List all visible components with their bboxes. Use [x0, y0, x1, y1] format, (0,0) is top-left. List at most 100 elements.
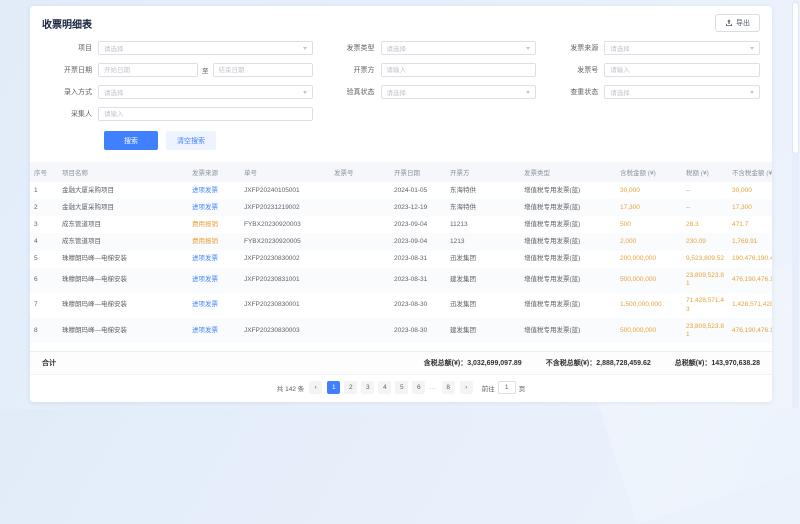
cell-amount: 30,000: [616, 182, 682, 199]
verify-status-select[interactable]: 请选择: [381, 85, 537, 99]
next-page-button[interactable]: ›: [460, 381, 473, 394]
goto-page-input[interactable]: [498, 381, 516, 394]
cell-invoice_no: [330, 216, 390, 233]
page-button-5[interactable]: 5: [395, 381, 408, 394]
goto-page: 前往 页: [482, 381, 526, 394]
cell-invoice_no: [330, 293, 390, 318]
scrollbar-thumb[interactable]: [793, 3, 798, 153]
page-more-icon[interactable]: ...: [429, 384, 437, 391]
cell-date: 2023-09-04: [390, 233, 446, 250]
cell-amount: 2,000: [616, 233, 682, 250]
cell-date: 2023-12-19: [390, 199, 446, 216]
page-title: 收票明细表: [42, 16, 92, 31]
table-row: 6珠穆朗玛峰—电梯安装进项发票JXFP202308310012023-08-31…: [30, 268, 772, 293]
page-button-2[interactable]: 2: [344, 381, 357, 394]
filter-issuer: 开票方: [325, 63, 537, 77]
cell-tax: 23,809,523.81: [682, 318, 728, 343]
chevron-down-icon: [303, 91, 307, 94]
cell-amount: 500: [616, 216, 682, 233]
cell-type: 增值税专用发票(蓝): [520, 216, 616, 233]
entry-method-select-placeholder: 请选择: [104, 87, 124, 97]
export-button[interactable]: 导出: [715, 14, 760, 32]
table-row: 3成东管道项目费用报销FYBX202309200032023-09-041121…: [30, 216, 772, 233]
chevron-down-icon: [526, 47, 530, 50]
cell-project: 珠穆朗玛峰—电梯安装: [58, 268, 188, 293]
cell-date: 2023-09-04: [390, 216, 446, 233]
cell-invoice_no: [330, 251, 390, 268]
cell-issuer: 建发集团: [446, 318, 520, 343]
page-button-8[interactable]: 8: [442, 381, 455, 394]
cell-no: 8: [30, 318, 58, 343]
cell-net: 471.7: [728, 216, 772, 233]
entry-method-select[interactable]: 请选择: [98, 85, 313, 99]
cell-no: 5: [30, 251, 58, 268]
cell-no: 3: [30, 216, 58, 233]
start-date-input[interactable]: [98, 63, 198, 77]
filter-verify-status: 验真状态 请选择: [325, 85, 537, 99]
dup-status-select[interactable]: 请选择: [604, 85, 760, 99]
cell-date: 2023-08-31: [390, 268, 446, 293]
cell-invoice_no: [330, 318, 390, 343]
cell-order_no: FYBX20230920003: [240, 216, 330, 233]
page-button-1[interactable]: 1: [327, 381, 340, 394]
page-button-3[interactable]: 3: [361, 381, 374, 394]
filter-invoice-source-label: 发票来源: [548, 43, 604, 53]
page-button-6[interactable]: 6: [412, 381, 425, 394]
cell-source: 进项发票: [188, 318, 240, 343]
summary-total-label: 合计: [42, 358, 56, 368]
cell-order_no: JXFP20230831001: [240, 268, 330, 293]
cell-source: 进项发票: [188, 293, 240, 318]
project-select[interactable]: 请选择: [98, 41, 313, 55]
chevron-down-icon: [303, 47, 307, 50]
table-row: 2金融大厦采购项目进项发票JXFP202312190022023-12-19东海…: [30, 199, 772, 216]
column-header: 发票类型: [520, 162, 616, 182]
clear-search-button[interactable]: 清空搜索: [166, 131, 216, 150]
invoice-source-select[interactable]: 请选择: [604, 41, 760, 55]
column-header: 开票方: [446, 162, 520, 182]
prev-page-button[interactable]: ‹: [309, 381, 322, 394]
table-row: 7珠穆朗玛峰—电梯安装进项发票JXFP202308300012023-08-30…: [30, 293, 772, 318]
cell-invoice_no: [330, 233, 390, 250]
search-button[interactable]: 搜索: [104, 131, 158, 150]
summary-tax-value: 143,970,638.28: [711, 360, 760, 367]
goto-suffix: 页: [519, 383, 526, 393]
issuer-input[interactable]: [381, 63, 537, 77]
cell-net: 1,769.91: [728, 233, 772, 250]
filter-collector: 采集人: [42, 107, 313, 121]
card-header: 收票明细表 导出: [30, 6, 772, 37]
export-label: 导出: [736, 18, 750, 28]
goto-prefix: 前往: [482, 383, 495, 393]
filter-project: 项目 请选择: [42, 41, 313, 55]
cell-project: 珠穆朗玛峰—电梯安装: [58, 293, 188, 318]
cell-net: 190,476,190.48: [728, 251, 772, 268]
filter-invoice-no: 发票号: [548, 63, 760, 77]
cell-net: 17,300: [728, 199, 772, 216]
pagination: 共 142 条 ‹ 123456...8 › 前往 页: [30, 374, 772, 402]
vertical-scrollbar[interactable]: [792, 0, 799, 409]
cell-type: 增值税专用发票(蓝): [520, 199, 616, 216]
cell-date: 2024-01-05: [390, 182, 446, 199]
page-button-4[interactable]: 4: [378, 381, 391, 394]
table-row: 4成东管道项目费用报销FYBX202309200052023-09-041213…: [30, 233, 772, 250]
cell-invoice_no: [330, 268, 390, 293]
cell-issuer: 东海特供: [446, 199, 520, 216]
invoice-no-input[interactable]: [604, 63, 760, 77]
dup-status-select-placeholder: 请选择: [610, 87, 630, 97]
end-date-input[interactable]: [213, 63, 313, 77]
filter-issuer-label: 开票方: [325, 65, 381, 75]
cell-net: 1,428,571,428.57: [728, 293, 772, 318]
collector-input[interactable]: [98, 107, 313, 121]
cell-net: 476,190,476.19: [728, 268, 772, 293]
cell-tax: 71,428,571.43: [682, 293, 728, 318]
cell-amount: 500,000,000: [616, 268, 682, 293]
cell-source: 费用报销: [188, 233, 240, 250]
cell-tax: 28.3: [682, 216, 728, 233]
cell-type: 增值税专用发票(蓝): [520, 293, 616, 318]
cell-date: 2023-08-30: [390, 293, 446, 318]
chevron-down-icon: [526, 91, 530, 94]
cell-tax: 23,809,523.81: [682, 268, 728, 293]
summary-row: 合计 含税总额(¥)：3,032,699,097.89 不含税总额(¥)：2,8…: [30, 351, 772, 374]
cell-tax: --: [682, 199, 728, 216]
invoice-type-select[interactable]: 请选择: [381, 41, 537, 55]
cell-order_no: JXFP20230830002: [240, 251, 330, 268]
